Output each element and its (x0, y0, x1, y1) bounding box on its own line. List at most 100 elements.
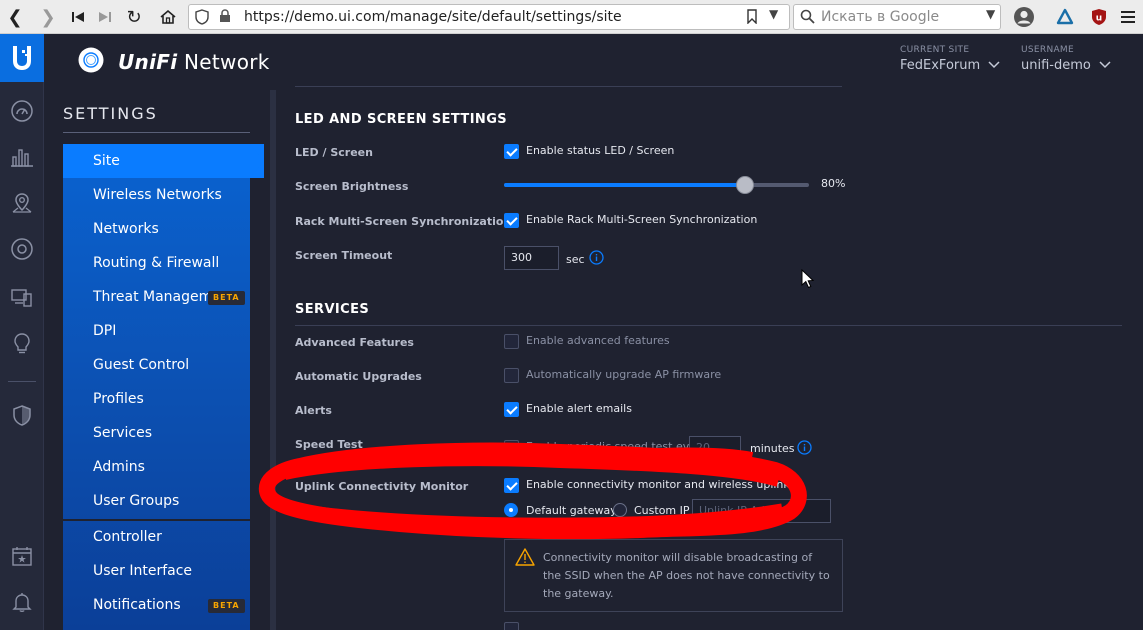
search-bar[interactable]: Искать в Google ▼ (793, 4, 1001, 30)
speed-test-interval-input[interactable]: 20 (689, 436, 741, 460)
uplink-monitor-checkbox[interactable] (504, 478, 519, 493)
search-icon (800, 9, 815, 28)
menu-item-wireless-networks[interactable]: Wireless Networks (63, 178, 250, 212)
menu-item-label: User Groups (93, 493, 180, 509)
alerts-checkbox[interactable] (504, 402, 519, 417)
settings-title: SETTINGS (63, 104, 158, 123)
menu-item-networks[interactable]: Networks (63, 212, 250, 246)
mouse-cursor-icon (801, 269, 815, 289)
statistics-icon[interactable] (10, 145, 34, 169)
menu-item-routing-and-firewall[interactable]: Routing & Firewall (63, 246, 250, 280)
speed-test-unit: minutes (750, 442, 795, 455)
clients-icon[interactable] (10, 285, 34, 309)
brightness-value: 80% (821, 177, 846, 190)
bookmark-icon[interactable] (746, 9, 758, 28)
menu-item-guest-control[interactable]: Guest Control (63, 348, 250, 382)
alerts-bell-icon[interactable] (10, 590, 34, 614)
rack-sync-checkbox-label: Enable Rack Multi-Screen Synchronization (526, 213, 758, 226)
url-text: https://demo.ui.com/manage/site/default/… (244, 9, 622, 25)
next-checkbox[interactable] (504, 622, 519, 630)
browser-toolbar: ❮ ❯ ↻ https://demo.ui.com/manage/site/de… (0, 0, 1143, 34)
home-icon[interactable] (156, 5, 180, 29)
services-section-title: SERVICES (295, 302, 370, 317)
menu-item-label: Services (93, 425, 153, 441)
brightness-label: Screen Brightness (295, 180, 409, 193)
auto-upgrades-checkbox[interactable] (504, 368, 519, 383)
stop-icon[interactable] (93, 5, 117, 29)
info-icon[interactable] (589, 250, 604, 265)
settings-scrollbar[interactable] (270, 90, 276, 630)
icon-rail (0, 34, 44, 630)
connectivity-warning-box: Connectivity monitor will disable broadc… (504, 539, 843, 612)
dropdown-arrow-icon[interactable]: ▼ (769, 7, 778, 21)
speed-test-checkbox[interactable] (504, 440, 519, 455)
menu-item-label: Wireless Networks (93, 187, 222, 203)
beta-badge: BETA (208, 291, 245, 305)
menu-item-user-groups[interactable]: User Groups (63, 484, 250, 518)
menu-item-label: Networks (93, 221, 159, 237)
advanced-features-label: Advanced Features (295, 336, 414, 349)
settings-divider (63, 132, 250, 133)
devices-icon[interactable] (10, 237, 34, 261)
reload-icon[interactable]: ↻ (122, 5, 146, 29)
insights-icon[interactable] (10, 331, 34, 355)
menu-item-label: User Interface (93, 563, 193, 579)
led-section-title: LED AND SCREEN SETTINGS (295, 112, 508, 127)
unifi-logo-icon (78, 47, 104, 77)
back-icon[interactable]: ❮ (3, 5, 27, 29)
events-icon[interactable] (10, 544, 34, 568)
forward-icon[interactable]: ❯ (36, 5, 60, 29)
menu-item-label: DPI (93, 323, 117, 339)
uplink-monitor-label: Uplink Connectivity Monitor (295, 480, 469, 493)
advanced-features-checkbox[interactable] (504, 334, 519, 349)
rail-separator (8, 381, 36, 382)
custom-ip-radio[interactable] (613, 503, 627, 517)
led-checkbox-label: Enable status LED / Screen (526, 144, 675, 157)
current-site-dropdown[interactable]: FedExForum (900, 58, 1000, 73)
brightness-slider-handle[interactable] (736, 176, 754, 194)
screen-timeout-input[interactable]: 300 (504, 246, 559, 270)
screen-timeout-unit: sec (566, 253, 585, 266)
ublock-icon[interactable]: u (1087, 5, 1111, 29)
menu-item-site[interactable]: Site (63, 144, 264, 178)
url-bar[interactable]: https://demo.ui.com/manage/site/default/… (188, 4, 790, 30)
security-shield-icon[interactable] (10, 404, 34, 428)
warning-triangle-icon (515, 548, 535, 566)
menu-item-label: Profiles (93, 391, 144, 407)
settings-menu: Site Wireless Networks Networks Routing & F… (63, 144, 264, 630)
menu-item-controller[interactable]: Controller (63, 520, 250, 554)
ubiquiti-logo-icon[interactable] (0, 34, 44, 82)
menu-item-label: Site (93, 153, 120, 169)
menu-item-admins[interactable]: Admins (63, 450, 250, 484)
current-site-label: CURRENT SITE (900, 45, 970, 55)
uplink-monitor-checkbox-label: Enable connectivity monitor and wireless… (526, 478, 790, 491)
chevron-down-icon (988, 61, 1000, 69)
uplink-ip-input[interactable]: Uplink IP Address (692, 499, 831, 523)
menu-item-profiles[interactable]: Profiles (63, 382, 250, 416)
extension-triangle-icon[interactable] (1053, 5, 1077, 29)
map-icon[interactable] (10, 191, 34, 215)
username-value: unifi-demo (1021, 58, 1091, 73)
rack-sync-checkbox[interactable] (504, 213, 519, 228)
username-label: USERNAME (1021, 45, 1074, 55)
led-checkbox[interactable] (504, 144, 519, 159)
menu-item-label: Notifications (93, 597, 181, 613)
search-engine-dropdown-icon[interactable]: ▼ (986, 7, 995, 21)
dashboard-icon[interactable] (10, 99, 34, 123)
lock-icon (219, 9, 231, 27)
brightness-slider[interactable] (504, 176, 809, 194)
menu-item-label: Guest Control (93, 357, 190, 373)
search-placeholder: Искать в Google (821, 9, 940, 25)
info-icon[interactable] (797, 440, 812, 455)
connectivity-warning-text: Connectivity monitor will disable broadc… (543, 551, 830, 600)
first-page-icon[interactable] (66, 5, 90, 29)
account-icon[interactable] (1012, 5, 1036, 29)
menu-item-dpi[interactable]: DPI (63, 314, 250, 348)
default-gateway-radio[interactable] (504, 503, 518, 517)
username-dropdown[interactable]: unifi-demo (1021, 58, 1111, 73)
beta-badge: BETA (208, 599, 245, 613)
menu-item-user-interface[interactable]: User Interface (63, 554, 250, 588)
menu-item-services[interactable]: Services (63, 416, 250, 450)
menu-hamburger-icon[interactable] (1116, 5, 1140, 29)
advanced-features-checkbox-label: Enable advanced features (526, 334, 670, 347)
